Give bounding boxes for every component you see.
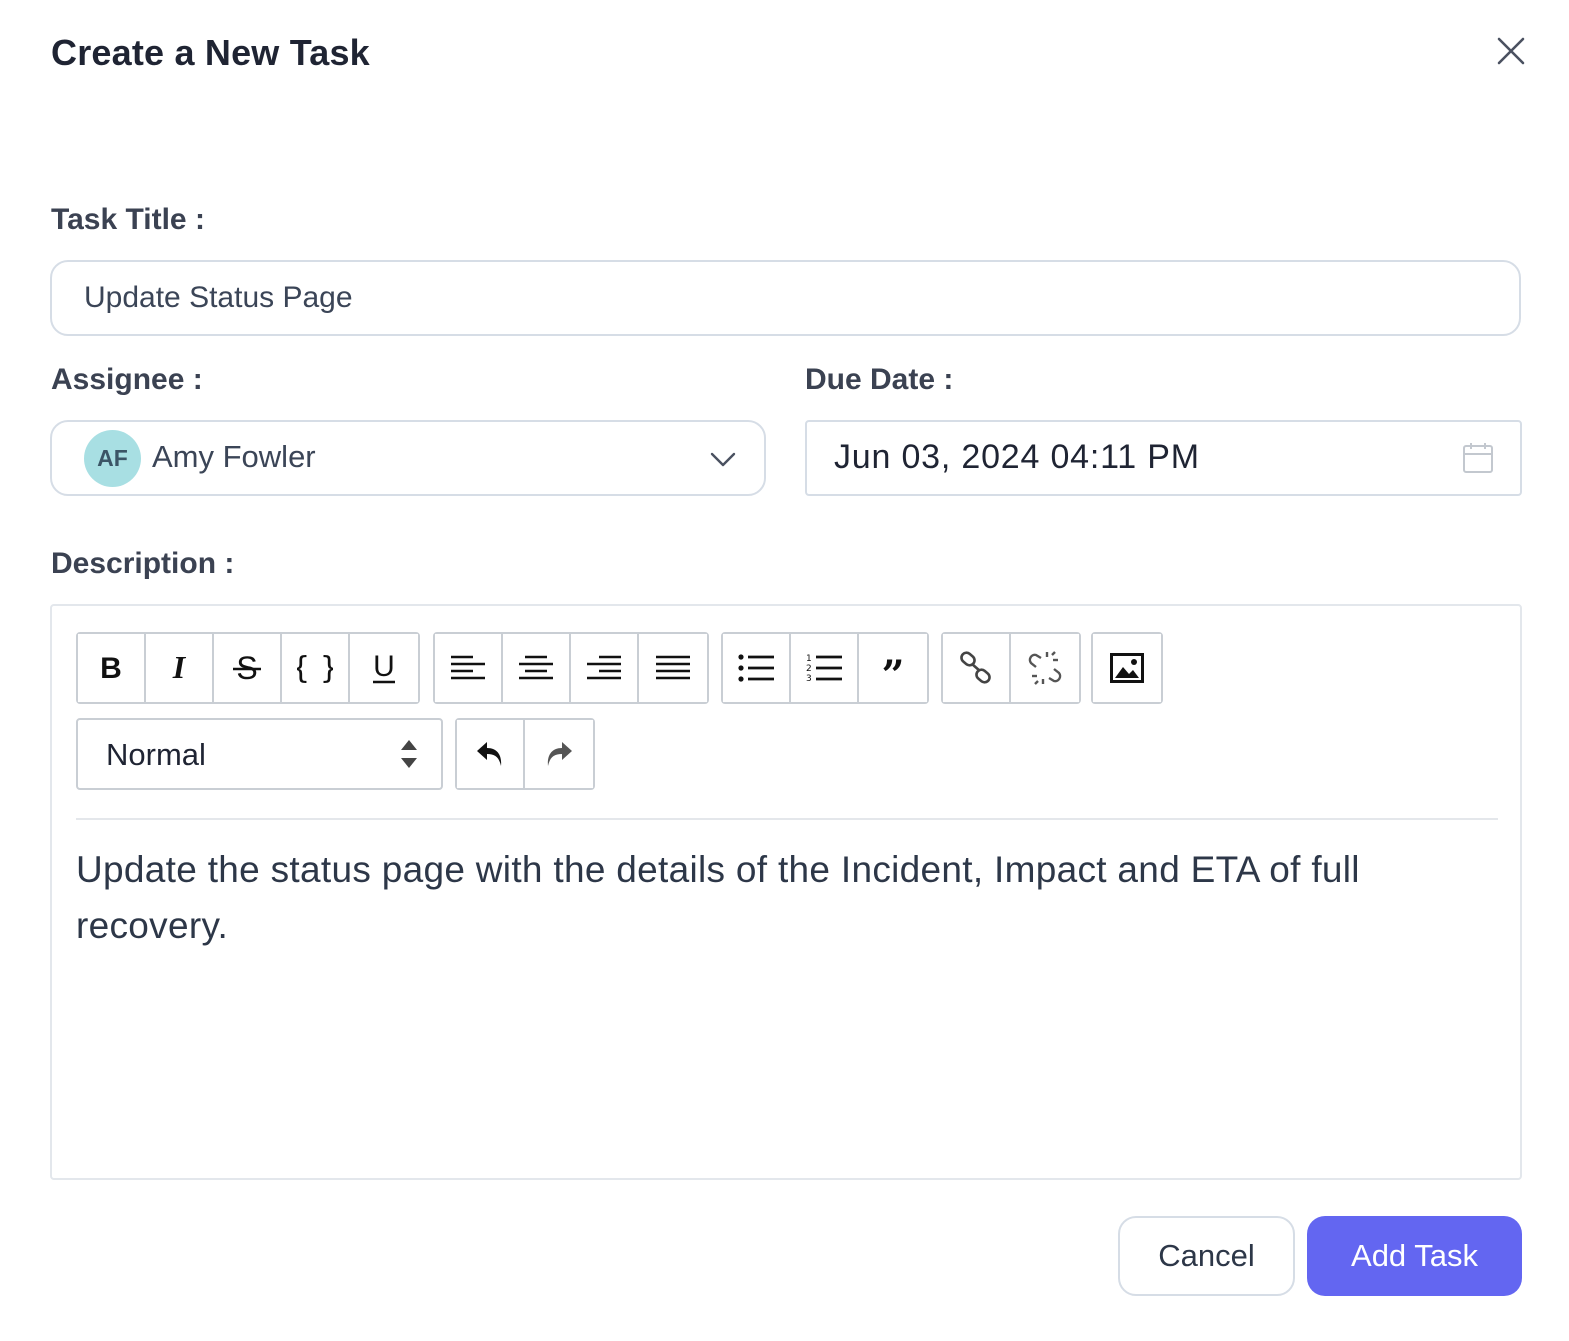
- align-center-icon: [519, 655, 553, 680]
- italic-icon: I: [172, 653, 187, 683]
- due-date-value: Jun 03, 2024 04:11 PM: [834, 438, 1200, 476]
- redo-icon: [547, 742, 572, 766]
- align-left-icon: [451, 655, 485, 680]
- task-title-input[interactable]: Update Status Page: [50, 260, 1521, 336]
- block-type-value: Normal: [106, 737, 206, 772]
- image-icon: [1110, 653, 1144, 683]
- avatar: AF: [84, 430, 141, 487]
- underline-icon: U: [373, 651, 395, 684]
- undo-icon: [477, 742, 502, 766]
- bold-icon: B: [100, 653, 122, 683]
- block-type-select[interactable]: Normal: [76, 718, 443, 790]
- strikethrough-button[interactable]: S: [214, 634, 282, 702]
- assignee-select[interactable]: AF Amy Fowler: [50, 420, 766, 496]
- svg-text:{ }: { }: [297, 651, 333, 685]
- ordered-list-icon: 123: [806, 654, 842, 683]
- undo-button[interactable]: [457, 720, 525, 788]
- toolbar-history-group: [455, 718, 595, 790]
- ordered-list-button[interactable]: 123: [791, 634, 859, 702]
- add-task-button[interactable]: Add Task: [1307, 1216, 1522, 1296]
- underline-button[interactable]: U: [350, 634, 418, 702]
- align-justify-button[interactable]: [639, 634, 707, 702]
- updown-arrows-icon: [401, 740, 417, 768]
- toolbar-divider: [76, 818, 1498, 820]
- svg-text:U: U: [373, 651, 395, 683]
- assignee-name: Amy Fowler: [152, 439, 316, 474]
- strikethrough-icon: S: [233, 651, 261, 685]
- bullet-list-button[interactable]: [723, 634, 791, 702]
- description-editor: B I S { } U: [50, 604, 1522, 1180]
- align-right-button[interactable]: [571, 634, 639, 702]
- link-icon: [960, 651, 991, 684]
- chevron-down-icon: [710, 452, 736, 467]
- align-left-button[interactable]: [435, 634, 503, 702]
- close-button[interactable]: [1490, 30, 1532, 72]
- blockquote-button[interactable]: ”: [859, 634, 927, 702]
- align-justify-icon: [656, 655, 690, 680]
- due-date-label: Due Date :: [805, 363, 954, 396]
- due-date-input[interactable]: Jun 03, 2024 04:11 PM: [805, 420, 1522, 496]
- align-center-button[interactable]: [503, 634, 571, 702]
- svg-text:B: B: [100, 653, 122, 683]
- close-icon: [1497, 37, 1525, 65]
- link-button[interactable]: [943, 634, 1011, 702]
- svg-text:1: 1: [806, 654, 812, 664]
- description-label: Description :: [51, 547, 235, 580]
- bold-button[interactable]: B: [78, 634, 146, 702]
- svg-text:3: 3: [806, 674, 812, 683]
- unlink-icon: [1028, 651, 1062, 685]
- calendar-icon[interactable]: [1461, 441, 1495, 475]
- svg-text:”: ”: [881, 655, 904, 681]
- toolbar-list-group: 123 ”: [721, 632, 929, 704]
- cancel-button[interactable]: Cancel: [1118, 1216, 1295, 1296]
- task-title-label: Task Title :: [51, 203, 205, 236]
- assignee-label: Assignee :: [51, 363, 203, 396]
- code-icon: { }: [297, 651, 333, 685]
- unlink-button[interactable]: [1011, 634, 1079, 702]
- image-button[interactable]: [1093, 634, 1161, 702]
- redo-button[interactable]: [525, 720, 593, 788]
- svg-text:2: 2: [806, 664, 812, 674]
- italic-button[interactable]: I: [146, 634, 214, 702]
- code-button[interactable]: { }: [282, 634, 350, 702]
- align-right-icon: [587, 655, 621, 680]
- toolbar-inline-group: B I S { } U: [76, 632, 420, 704]
- bullet-list-icon: [738, 654, 774, 682]
- toolbar-align-group: [433, 632, 709, 704]
- description-content[interactable]: Update the status page with the details …: [76, 842, 1506, 954]
- dialog-title: Create a New Task: [51, 32, 370, 73]
- blockquote-icon: ”: [881, 655, 904, 681]
- create-task-dialog: Create a New Task Task Title : Update St…: [0, 0, 1569, 1341]
- toolbar-image-group: [1091, 632, 1163, 704]
- task-title-value: Update Status Page: [84, 281, 353, 314]
- svg-text:I: I: [172, 653, 187, 683]
- toolbar-link-group: [941, 632, 1081, 704]
